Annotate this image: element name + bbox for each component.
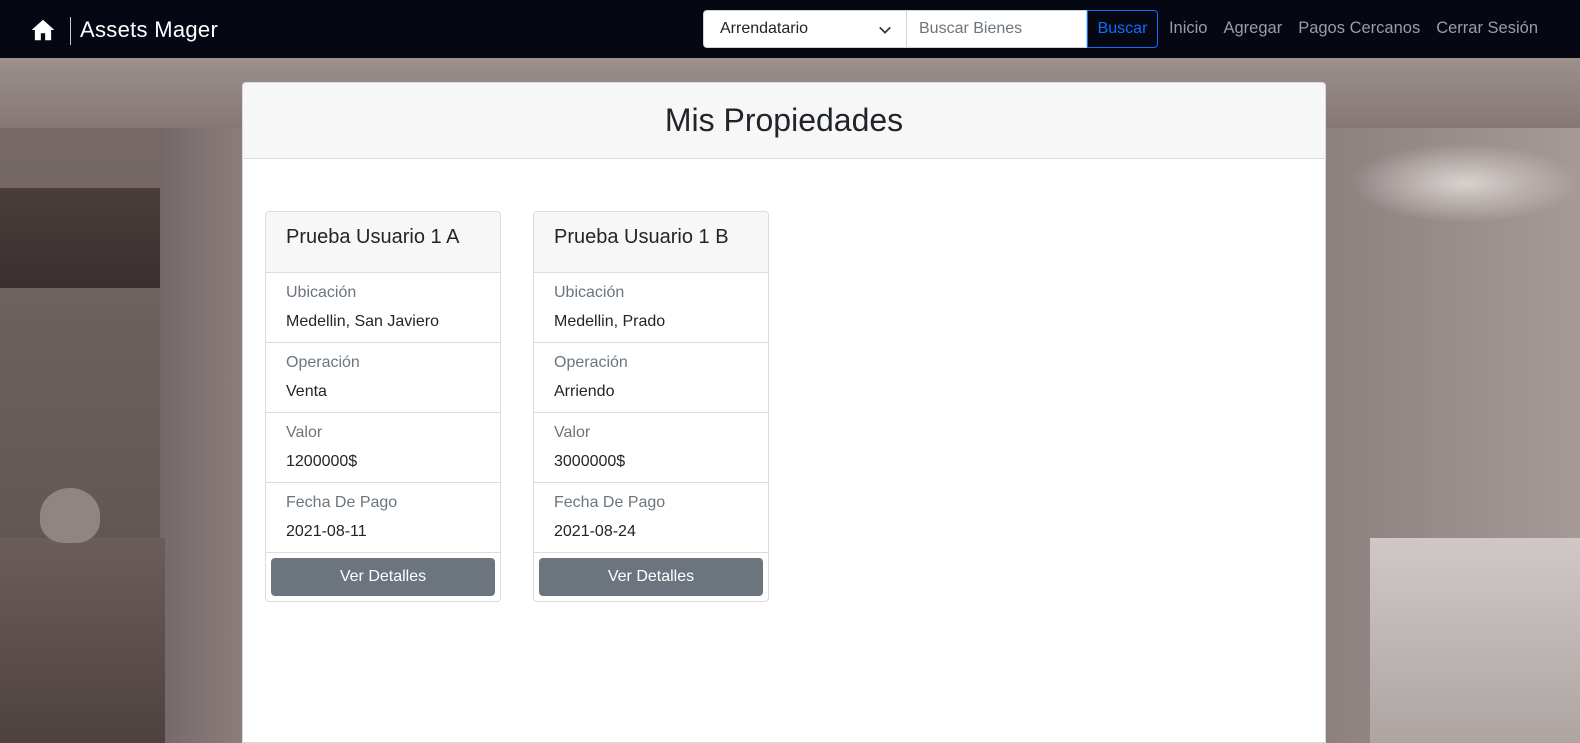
property-field-value: Valor 1200000$ xyxy=(266,413,500,483)
field-label: Ubicación xyxy=(554,284,625,301)
field-label: Ubicación xyxy=(286,284,357,301)
property-card-list: Prueba Usuario 1 A Ubicación Medellin, S… xyxy=(265,211,769,602)
field-value: Medellin, San Javiero xyxy=(286,313,439,330)
field-label: Operación xyxy=(286,354,360,371)
property-field-payment-date: Fecha De Pago 2021-08-11 xyxy=(266,483,500,553)
property-field-location: Ubicación Medellin, San Javiero xyxy=(266,273,500,343)
view-details-button[interactable]: Ver Detalles xyxy=(271,558,495,596)
property-field-payment-date: Fecha De Pago 2021-08-24 xyxy=(534,483,768,553)
field-label: Fecha De Pago xyxy=(286,494,398,511)
background-left-wall xyxy=(160,128,242,743)
field-value: Medellin, Prado xyxy=(554,313,666,330)
page-title: Mis Propiedades xyxy=(664,102,904,138)
property-card: Prueba Usuario 1 A Ubicación Medellin, S… xyxy=(265,211,501,602)
search-button[interactable]: Buscar xyxy=(1087,10,1158,48)
nav-link-cerrar-sesion[interactable]: Cerrar Sesión xyxy=(1436,19,1538,38)
field-label: Valor xyxy=(554,424,591,441)
property-card-title: Prueba Usuario 1 B xyxy=(534,212,768,273)
property-field-location: Ubicación Medellin, Prado xyxy=(534,273,768,343)
brand-separator xyxy=(70,17,71,45)
property-card: Prueba Usuario 1 B Ubicación Medellin, P… xyxy=(533,211,769,602)
field-label: Operación xyxy=(554,354,628,371)
property-card-footer: Ver Detalles xyxy=(266,553,500,601)
background-light xyxy=(1350,143,1580,223)
property-card-footer: Ver Detalles xyxy=(534,553,768,601)
field-value: Venta xyxy=(286,383,327,400)
property-field-operation: Operación Venta xyxy=(266,343,500,413)
brand-name[interactable]: Assets Mager xyxy=(80,17,218,43)
background-right-cabinet xyxy=(1370,538,1580,743)
background-vase xyxy=(40,488,100,543)
property-field-operation: Operación Arriendo xyxy=(534,343,768,413)
nav-link-inicio[interactable]: Inicio xyxy=(1169,19,1208,38)
background-shelf xyxy=(0,188,160,288)
field-value: Arriendo xyxy=(554,383,615,400)
field-value: 2021-08-11 xyxy=(286,523,367,540)
navbar: Assets Mager Arrendatario Buscar Inicio … xyxy=(0,0,1580,58)
field-label: Valor xyxy=(286,424,323,441)
properties-panel: Mis Propiedades Prueba Usuario 1 A Ubica… xyxy=(242,82,1326,743)
field-label: Fecha De Pago xyxy=(554,494,666,511)
search-group: Arrendatario Buscar xyxy=(703,10,1158,48)
chevron-down-icon xyxy=(879,26,891,34)
properties-panel-header: Mis Propiedades xyxy=(243,83,1325,159)
nav-link-pagos-cercanos[interactable]: Pagos Cercanos xyxy=(1298,19,1420,38)
field-value: 1200000$ xyxy=(286,453,358,470)
background-left-cabinet xyxy=(0,538,165,743)
home-icon[interactable] xyxy=(30,17,56,43)
role-select-value: Arrendatario xyxy=(720,20,809,37)
role-select[interactable]: Arrendatario xyxy=(703,10,907,48)
view-details-button[interactable]: Ver Detalles xyxy=(539,558,763,596)
property-card-title: Prueba Usuario 1 A xyxy=(266,212,500,273)
property-field-value: Valor 3000000$ xyxy=(534,413,768,483)
field-value: 2021-08-24 xyxy=(554,523,636,540)
field-value: 3000000$ xyxy=(554,453,626,470)
search-input[interactable] xyxy=(907,10,1087,48)
nav-links: Inicio Agregar Pagos Cercanos Cerrar Ses… xyxy=(1169,19,1538,38)
nav-link-agregar[interactable]: Agregar xyxy=(1224,19,1283,38)
